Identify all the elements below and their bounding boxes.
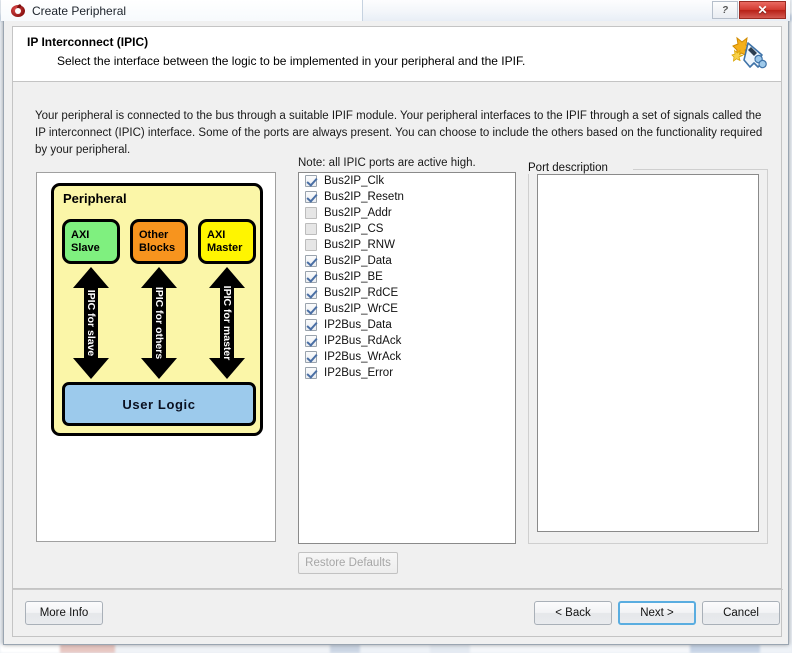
checkbox-bus2ip-resetn[interactable] <box>305 191 317 203</box>
checkbox-bus2ip-addr <box>305 207 317 219</box>
port-label: Bus2IP_Data <box>324 255 392 267</box>
double-arrow-icon <box>73 267 109 379</box>
port-row[interactable]: Bus2IP_Resetn <box>299 189 515 205</box>
port-row[interactable]: Bus2IP_Addr <box>299 205 515 221</box>
page-title: IP Interconnect (IPIC) <box>27 35 149 49</box>
port-label: Bus2IP_BE <box>324 271 383 283</box>
peripheral-container: Peripheral AXI Slave Other Blocks AXI Ma… <box>51 183 263 436</box>
port-label: Bus2IP_RdCE <box>324 287 399 299</box>
checkbox-bus2ip-rnw <box>305 239 317 251</box>
window-controls: ? ✕ <box>712 1 786 19</box>
checkbox-bus2ip-be[interactable] <box>305 271 317 283</box>
checkbox-ip2bus-rdack[interactable] <box>305 335 317 347</box>
block-other-blocks: Other Blocks <box>130 219 188 264</box>
title-bar: Create Peripheral ? ✕ <box>1 0 790 21</box>
block-axi-slave: AXI Slave <box>62 219 120 264</box>
checkbox-ip2bus-wrack[interactable] <box>305 351 317 363</box>
block-axi-master-line1: AXI <box>207 228 226 241</box>
double-arrow-icon <box>209 267 245 379</box>
port-row[interactable]: IP2Bus_RdAck <box>299 333 515 349</box>
port-row[interactable]: IP2Bus_Data <box>299 317 515 333</box>
port-row[interactable]: Bus2IP_CS <box>299 221 515 237</box>
port-description-text <box>537 174 759 532</box>
port-label: Bus2IP_RNW <box>324 239 395 251</box>
double-arrow-icon <box>141 267 177 379</box>
back-button[interactable]: < Back <box>534 601 612 625</box>
footer-divider <box>13 589 783 590</box>
architecture-diagram-panel: Peripheral AXI Slave Other Blocks AXI Ma… <box>36 172 276 542</box>
checkbox-bus2ip-rdce[interactable] <box>305 287 317 299</box>
port-description-label: Port description <box>528 162 613 174</box>
port-row[interactable]: Bus2IP_Data <box>299 253 515 269</box>
checkbox-bus2ip-clk[interactable] <box>305 175 317 187</box>
port-label: IP2Bus_Data <box>324 319 392 331</box>
checkbox-bus2ip-cs <box>305 223 317 235</box>
port-row[interactable]: IP2Bus_WrAck <box>299 349 515 365</box>
restore-defaults-button[interactable]: Restore Defaults <box>298 552 398 574</box>
port-label: Bus2IP_WrCE <box>324 303 398 315</box>
port-row[interactable]: Bus2IP_WrCE <box>299 301 515 317</box>
wizard-header: IP Interconnect (IPIC) Select the interf… <box>12 26 782 82</box>
port-row[interactable]: Bus2IP_BE <box>299 269 515 285</box>
ports-note: Note: all IPIC ports are active high. <box>298 157 476 169</box>
port-label: Bus2IP_Addr <box>324 207 392 219</box>
block-axi-slave-line1: AXI <box>71 228 90 241</box>
port-label: IP2Bus_WrAck <box>324 351 402 363</box>
port-description-group: Port description <box>528 162 768 544</box>
ipic-ports-list[interactable]: Bus2IP_Clk Bus2IP_Resetn Bus2IP_Addr Bus2IP… <box>298 172 516 544</box>
cancel-button[interactable]: Cancel <box>702 601 780 625</box>
checkbox-bus2ip-wrce[interactable] <box>305 303 317 315</box>
create-peripheral-dialog: Create Peripheral ? ✕ IP Interconnect (I… <box>1 0 790 645</box>
arrow-ipic-for-master: IPIC for master <box>198 267 256 379</box>
port-row[interactable]: Bus2IP_RdCE <box>299 285 515 301</box>
window-title: Create Peripheral <box>32 3 127 18</box>
block-axi-master: AXI Master <box>198 219 256 264</box>
checkbox-ip2bus-error[interactable] <box>305 367 317 379</box>
block-user-logic: User Logic <box>62 382 256 426</box>
page-subtitle: Select the interface between the logic t… <box>57 54 526 68</box>
port-row[interactable]: IP2Bus_Error <box>299 365 515 381</box>
block-other-line2: Blocks <box>139 241 176 254</box>
wizard-body: Your peripheral is connected to the bus … <box>12 82 782 589</box>
port-row[interactable]: Bus2IP_RNW <box>299 237 515 253</box>
xilinx-logo-icon <box>10 3 26 19</box>
block-other-line1: Other <box>139 228 169 241</box>
port-label: Bus2IP_Clk <box>324 175 385 187</box>
port-label: IP2Bus_Error <box>324 367 394 379</box>
block-axi-slave-line2: Slave <box>71 241 100 254</box>
help-button[interactable]: ? <box>712 1 738 19</box>
intro-paragraph: Your peripheral is connected to the bus … <box>35 110 763 156</box>
peripheral-label: Peripheral <box>63 191 127 206</box>
close-icon[interactable]: ✕ <box>739 1 786 19</box>
checkbox-bus2ip-data[interactable] <box>305 255 317 267</box>
port-label: Bus2IP_Resetn <box>324 191 404 203</box>
arrow-ipic-for-slave: IPIC for slave <box>62 267 120 379</box>
wizard-footer: More Info < Back Next > Cancel <box>12 589 783 637</box>
port-label: Bus2IP_CS <box>324 223 384 235</box>
next-button[interactable]: Next > <box>618 601 696 625</box>
background-taskbar-strip <box>0 644 792 653</box>
port-row[interactable]: Bus2IP_Clk <box>299 173 515 189</box>
create-peripheral-wizard-icon <box>731 36 767 69</box>
block-axi-master-line2: Master <box>207 241 243 254</box>
arrow-ipic-for-others: IPIC for others <box>130 267 188 379</box>
more-info-button[interactable]: More Info <box>25 601 103 625</box>
checkbox-ip2bus-data[interactable] <box>305 319 317 331</box>
port-label: IP2Bus_RdAck <box>324 335 402 347</box>
